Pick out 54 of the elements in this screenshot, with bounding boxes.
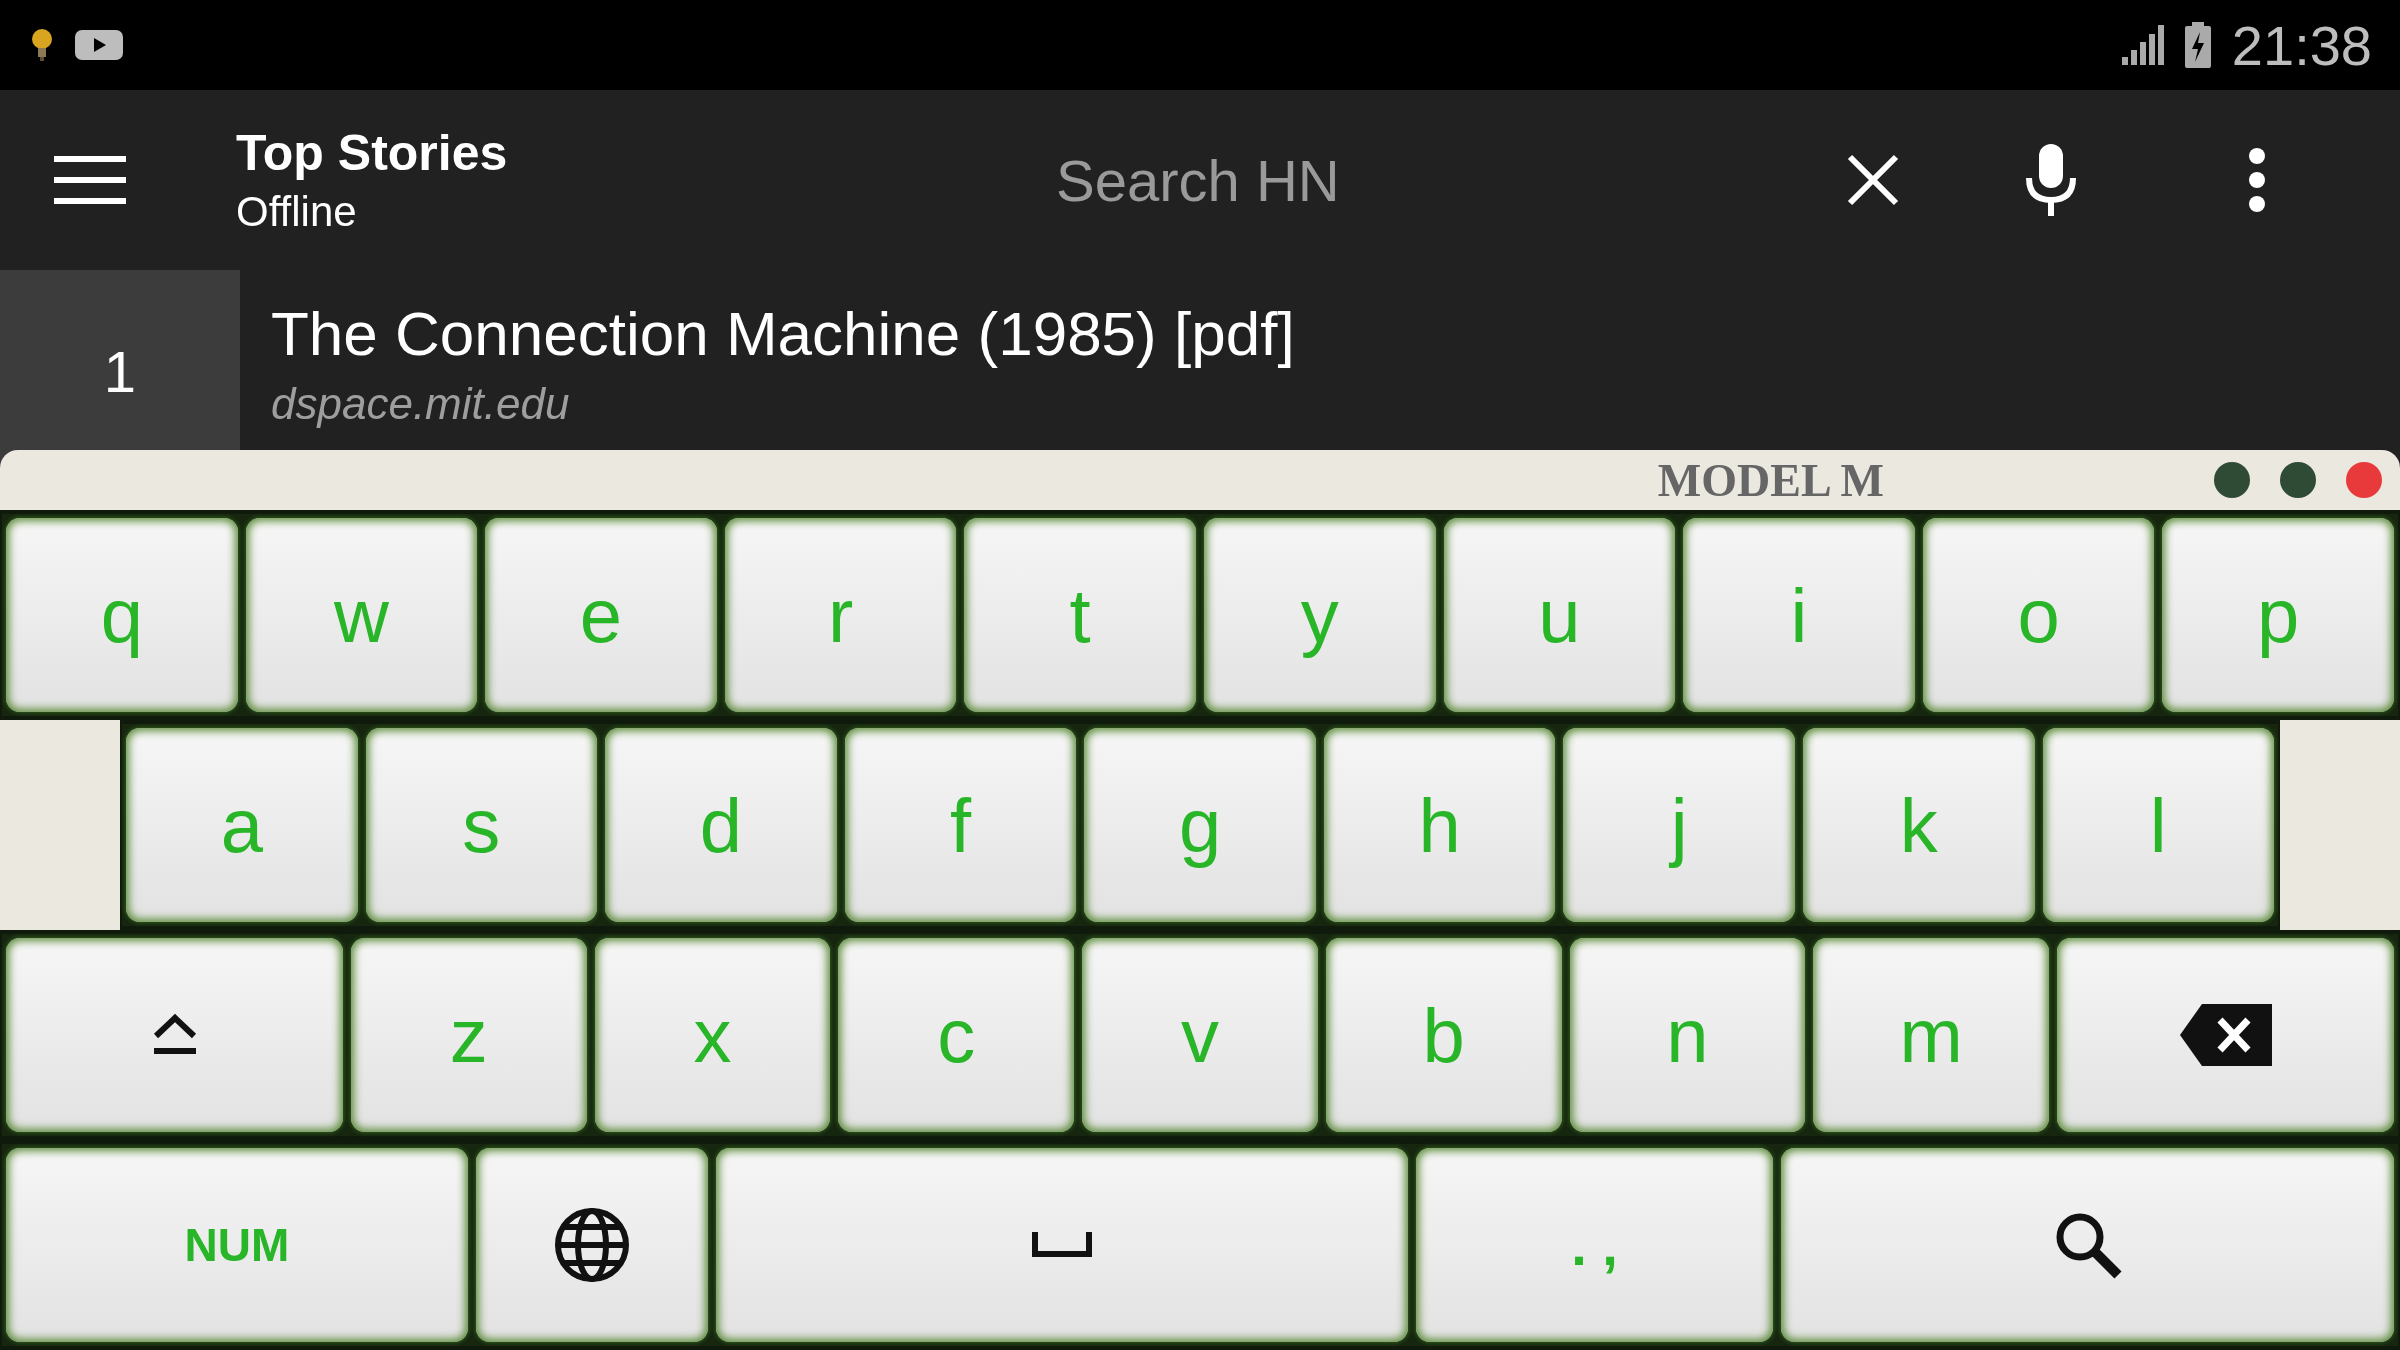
- window-dot[interactable]: [2346, 462, 2382, 498]
- backspace-icon: [2179, 1004, 2272, 1066]
- letter-key[interactable]: g: [1080, 724, 1320, 926]
- letter-key[interactable]: e: [481, 514, 721, 716]
- letter-key[interactable]: n: [1565, 934, 1810, 1136]
- letter-key[interactable]: b: [1321, 934, 1566, 1136]
- more-options-button[interactable]: [2248, 148, 2266, 212]
- letter-key[interactable]: s: [361, 724, 602, 926]
- letter-key[interactable]: k: [1798, 724, 2039, 926]
- clock: 21:38: [2231, 12, 2372, 78]
- letter-key[interactable]: i: [1679, 514, 1919, 716]
- letter-key[interactable]: c: [834, 934, 1079, 1136]
- letter-key[interactable]: v: [1078, 934, 1322, 1136]
- letter-key[interactable]: j: [1559, 724, 1799, 926]
- letter-key[interactable]: q: [2, 514, 242, 716]
- letter-key[interactable]: o: [1918, 514, 2159, 716]
- letter-key[interactable]: x: [590, 934, 835, 1136]
- backspace-key[interactable]: [2053, 934, 2399, 1136]
- search-field[interactable]: Search HN: [756, 138, 1816, 222]
- letter-key[interactable]: l: [2038, 724, 2279, 926]
- story-domain: dspace.mit.edu: [271, 379, 571, 429]
- letter-key[interactable]: p: [2158, 514, 2398, 716]
- screen-title: Top Stories: [236, 124, 509, 182]
- number-mode-key[interactable]: NUM: [2, 1144, 472, 1346]
- letter-key[interactable]: a: [122, 724, 362, 926]
- language-key[interactable]: [472, 1144, 712, 1346]
- video-player-icon: [74, 27, 124, 63]
- menu-button[interactable]: [54, 154, 126, 206]
- space-key[interactable]: [712, 1144, 1412, 1346]
- letter-key[interactable]: h: [1319, 724, 1560, 926]
- letter-key[interactable]: u: [1439, 514, 1680, 716]
- window-dot[interactable]: [2280, 462, 2316, 498]
- letter-key[interactable]: y: [1199, 514, 1440, 716]
- lightbulb-icon: [30, 27, 54, 63]
- letter-key[interactable]: r: [720, 514, 961, 716]
- window-dot[interactable]: [2214, 462, 2250, 498]
- globe-icon: [554, 1207, 630, 1283]
- letter-key[interactable]: f: [840, 724, 1081, 926]
- shift-key[interactable]: [2, 934, 347, 1136]
- letter-key[interactable]: t: [960, 514, 1200, 716]
- screen-subtitle: Offline: [236, 188, 358, 236]
- signal-icon: [2119, 23, 2164, 67]
- letter-key[interactable]: w: [241, 514, 482, 716]
- rank-number: 1: [103, 338, 137, 406]
- punctuation-key[interactable]: . ,: [1412, 1144, 1777, 1346]
- letter-key[interactable]: m: [1809, 934, 2054, 1136]
- battery-charging-icon: [2183, 22, 2212, 68]
- microphone-button[interactable]: [2024, 142, 2078, 218]
- close-button[interactable]: [1846, 153, 1900, 207]
- search-key[interactable]: [1777, 1144, 2398, 1346]
- space-bar-icon: [1032, 1232, 1092, 1258]
- letter-key[interactable]: z: [347, 934, 591, 1136]
- story-title: The Connection Machine (1985) [pdf]: [271, 298, 1295, 369]
- letter-key[interactable]: d: [601, 724, 841, 926]
